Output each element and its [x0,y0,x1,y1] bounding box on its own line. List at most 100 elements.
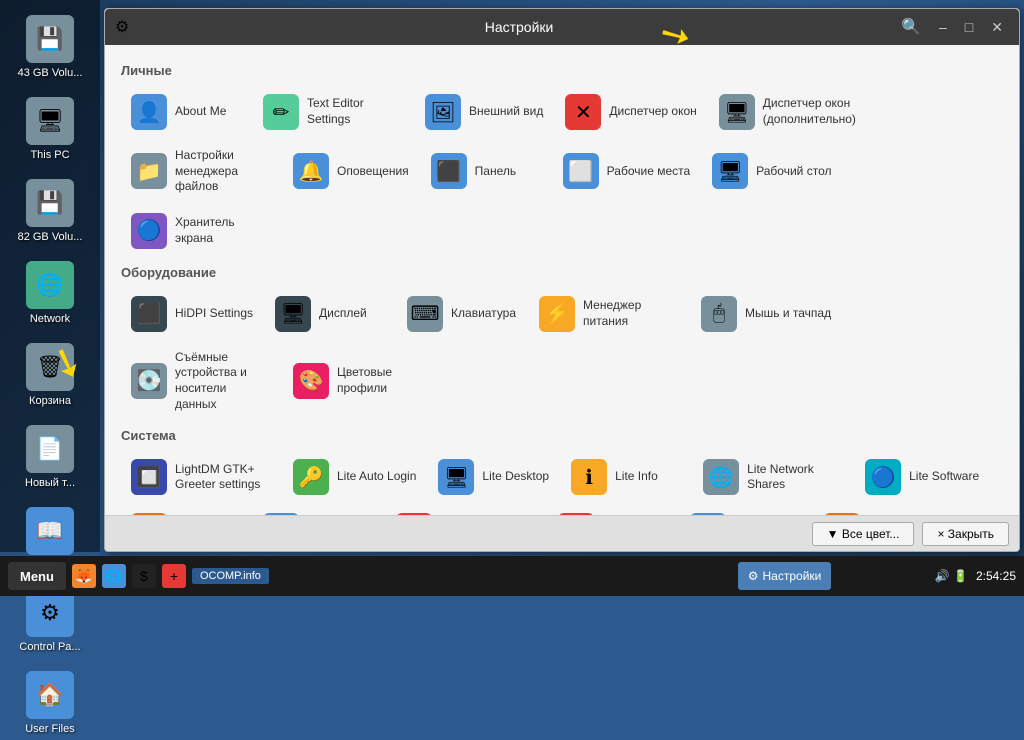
settings-item-window-mgr-adv[interactable]: 🖥 Диспетчер окон (дополнительно) [709,86,869,138]
firefox-taskbar-icon[interactable]: 🦊 [72,564,96,588]
sidebar-item-userfiles[interactable]: 🏠 User Files [5,666,95,740]
sidebar-item-label-newt: Новый т... [25,477,75,489]
settings-item-removable[interactable]: 💽 Съёмные устройства и носители данных [121,342,281,420]
settings-item-lite-sysreport[interactable]: 📋 Lite System Report [386,505,546,515]
settings-item-mouse[interactable]: 🖱 Мышь и тачпад [691,288,841,340]
settings-item-power[interactable]: ⚡ Менеджер питания [529,288,689,340]
lite-network-icon: 🌐 [703,459,739,495]
sidebar-item-label-vol2: 82 GB Volu... [18,231,83,243]
mouse-icon: 🖱 [701,296,737,332]
desktop-settings-icon: 🖥 [712,153,748,189]
settings-item-lite-software[interactable]: 🔵 Lite Software [855,451,989,503]
lightdm-label: LightDM GTK+ Greeter settings [175,462,271,493]
taskbar-text: OCOMP.info [192,568,269,584]
power-icon: ⚡ [539,296,575,332]
text-editor-label: Text Editor Settings [307,96,403,127]
sidebar-item-label-trash: Корзина [29,395,71,407]
power-label: Менеджер питания [583,298,679,329]
settings-item-panel[interactable]: ⬛ Панель [421,140,551,203]
settings-item-desktop[interactable]: 🖥 Рабочий стол [702,140,841,203]
maximize-button[interactable]: □ [959,17,979,37]
settings-item-autologin[interactable]: 🔑 Lite Auto Login [283,451,426,503]
settings-item-lite-tweaks[interactable]: 🔧 Lite Tweaks [548,505,678,515]
active-window-icon: ⚙ [748,569,759,583]
active-window-taskbar-button[interactable]: ⚙ Настройки [738,562,832,590]
settings-item-lite-upgrade[interactable]: ⬆ Lite Upgrade [680,505,813,515]
clock: 2:54:25 [976,569,1016,583]
taskbar: Menu 🦊 🌐 $ + OCOMP.info ⚙ Настройки 🔊 🔋 … [0,556,1024,596]
sidebar-item-label-vol1: 43 GB Volu... [18,67,83,79]
browser-taskbar-icon[interactable]: 🌐 [102,564,126,588]
settings-item-lite-sounds[interactable]: 🔊 Lite Sounds [121,505,251,515]
sidebar-item-vol2[interactable]: 💾 82 GB Volu... [5,174,95,248]
sidebar-item-newt[interactable]: 📄 Новый т... [5,420,95,494]
settings-item-lite-info[interactable]: ℹ Lite Info [561,451,691,503]
settings-item-notifications[interactable]: 🔔 Оповещения [283,140,419,203]
sidebar-item-vol1[interactable]: 💾 43 GB Volu... [5,10,95,84]
sidebar-item-label-userfiles: User Files [25,723,75,735]
lite-network-label: Lite Network Shares [747,462,843,493]
removable-label: Съёмные устройства и носители данных [175,350,271,412]
settings-item-lite-user-mgr[interactable]: 👥 Lite User Manager [814,505,974,515]
menu-button[interactable]: Menu [8,562,66,590]
section-header-system: Система [121,428,1003,445]
section-header-personal: Личные [121,63,1003,80]
settings-item-file-mgr[interactable]: 📁 Настройки менеджера файлов [121,140,281,203]
add-icon[interactable]: + [162,564,186,588]
removable-icon: 💽 [131,363,167,399]
sidebar-item-this[interactable]: 🖥 This PC [5,92,95,166]
hidpi-icon: ⬛ [131,296,167,332]
titlebar: ⚙ Настройки 🔍 – □ ✕ [105,9,1019,45]
settings-item-lite-sources[interactable]: 🌐 Lite Sources [253,505,384,515]
settings-item-keyboard[interactable]: ⌨ Клавиатура [397,288,527,340]
settings-item-window-mgr[interactable]: ✕ Диспетчер окон [555,86,706,138]
window-bottom-bar: ▼ Все цвет... × Закрыть [105,515,1019,551]
active-window-label: Настройки [763,569,822,583]
settings-item-screensaver[interactable]: 🔵 Хранитель экрана [121,205,281,257]
autologin-label: Lite Auto Login [337,469,416,485]
disk2-icon: 💾 [26,179,74,227]
lite-software-icon: 🔵 [865,459,901,495]
settings-item-color-profiles[interactable]: 🎨 Цветовые профили [283,342,443,420]
sidebar-item-network[interactable]: 🌐 Network [5,256,95,330]
taskbar-right: 🔊 🔋 2:54:25 [935,569,1016,583]
disk-icon: 💾 [26,15,74,63]
terminal-taskbar-icon[interactable]: $ [132,564,156,588]
trash-icon: 🗑 [26,343,74,391]
settings-item-display[interactable]: 🖥 Дисплей [265,288,395,340]
about-me-icon: 👤 [131,94,167,130]
keyboard-icon: ⌨ [407,296,443,332]
screensaver-label: Хранитель экрана [175,215,271,246]
notifications-icon: 🔔 [293,153,329,189]
sidebar-item-trash[interactable]: 🗑 Корзина [5,338,95,412]
color-profiles-label: Цветовые профили [337,365,433,396]
lightdm-icon: 🔲 [131,459,167,495]
settings-item-lightdm[interactable]: 🔲 LightDM GTK+ Greeter settings [121,451,281,503]
scroll-down-button[interactable]: ▼ Все цвет... [812,522,915,546]
panel-icon: ⬛ [431,153,467,189]
search-button[interactable]: 🔍 [895,15,927,39]
panel-label: Панель [475,164,516,180]
file-mgr-label: Настройки менеджера файлов [175,148,271,195]
settings-item-appearance[interactable]: 🖼 Внешний вид [415,86,553,138]
settings-item-lite-desktop[interactable]: 🖥 Lite Desktop [428,451,559,503]
newfile-icon: 📄 [26,425,74,473]
settings-content[interactable]: Личные 👤 About Me ✏ Text Editor Settings… [105,45,1019,515]
notifications-label: Оповещения [337,164,409,180]
window-close-button[interactable]: × Закрыть [922,522,1009,546]
settings-item-text-editor[interactable]: ✏ Text Editor Settings [253,86,413,138]
settings-item-hidpi[interactable]: ⬛ HiDPI Settings [121,288,263,340]
network-icon: 🌐 [26,261,74,309]
close-button[interactable]: ✕ [985,17,1009,38]
settings-item-lite-network[interactable]: 🌐 Lite Network Shares [693,451,853,503]
settings-item-workspaces[interactable]: ⬜ Рабочие места [553,140,700,203]
desktop-settings-label: Рабочий стол [756,164,831,180]
pc-icon: 🖥 [26,97,74,145]
file-mgr-icon: 📁 [131,153,167,189]
text-editor-icon: ✏ [263,94,299,130]
system-items-grid: 🔲 LightDM GTK+ Greeter settings 🔑 Lite A… [121,451,1003,515]
settings-item-about-me[interactable]: 👤 About Me [121,86,251,138]
userfiles-icon: 🏠 [26,671,74,719]
settings-window: ⚙ Настройки 🔍 – □ ✕ Личные 👤 About Me ✏ … [104,8,1020,552]
minimize-button[interactable]: – [933,17,953,37]
